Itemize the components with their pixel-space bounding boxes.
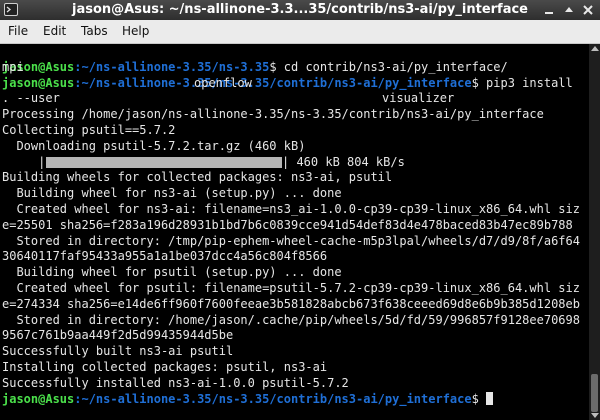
output-line: Collecting psutil==5.7.2 bbox=[2, 122, 176, 137]
output-line: e=25501 sha256=f283a196d28931b1bd7b6c083… bbox=[2, 217, 573, 232]
output-line: Installing collected packages: psutil, n… bbox=[2, 359, 328, 374]
scroll-down-arrow-icon[interactable] bbox=[591, 413, 599, 418]
menu-file[interactable]: File bbox=[8, 24, 28, 38]
output-line: Successfully installed ns3-ai-1.0.0 psut… bbox=[2, 375, 349, 390]
scrollbar-thumb[interactable] bbox=[591, 374, 598, 412]
terminal-window: jason@Asus: ~/ns-allinone-3.3...35/contr… bbox=[0, 0, 600, 420]
prompt-line: jason@Asus:~/ns-allinone-3.35/ns-3.35/co… bbox=[0, 391, 589, 408]
output-line: . --user bbox=[2, 91, 60, 106]
output-line: Created wheel for ns3-ai: filename=ns3_a… bbox=[2, 201, 580, 216]
prompt-user: jason@Asus bbox=[2, 391, 75, 406]
prompt-path: :~/ns-allinone-3.35/ns-3.35/contrib/ns3-… bbox=[74, 391, 472, 406]
menu-bar: File Edit Tabs Help bbox=[0, 20, 600, 44]
prompt-path: :~/ns-allinone-3.35/ns-3.35/contrib/ns3-… bbox=[74, 75, 472, 90]
window-title: jason@Asus: ~/ns-allinone-3.3...35/contr… bbox=[72, 2, 528, 17]
output-line: Created wheel for psutil: filename=psuti… bbox=[2, 280, 580, 295]
listing-item: openflow bbox=[194, 75, 252, 90]
close-icon[interactable] bbox=[581, 3, 595, 17]
minimize-icon[interactable] bbox=[542, 3, 556, 17]
menu-edit[interactable]: Edit bbox=[43, 24, 66, 38]
output-line: Processing /home/jason/ns-allinone-3.35/… bbox=[2, 107, 544, 122]
output-line: Building wheel for ns3-ai (setup.py) ...… bbox=[2, 186, 342, 201]
download-progress: | | 460 kB 804 kB/s bbox=[0, 155, 589, 171]
prompt-line: jason@Asus:~/ns-allinone-3.35/ns-3.35$ c… bbox=[0, 60, 589, 76]
prompt-line: jason@Asus:~/ns-allinone-3.35/ns-3.35/co… bbox=[0, 76, 589, 92]
progress-lead: | bbox=[2, 154, 46, 169]
scrollbar[interactable] bbox=[589, 44, 600, 420]
title-bar[interactable]: jason@Asus: ~/ns-allinone-3.3...35/contr… bbox=[0, 0, 600, 20]
prompt-command: $ cd contrib/ns3-ai/py_interface/ bbox=[269, 59, 508, 74]
directory-listing: mpi openflow visualizer bbox=[0, 44, 589, 106]
listing-item: visualizer bbox=[382, 91, 455, 106]
terminal-output[interactable]: mpi openflow visualizer jason@Asus:~/ns-… bbox=[0, 44, 589, 420]
progress-status: | 460 kB 804 kB/s bbox=[282, 154, 405, 169]
maximize-icon[interactable] bbox=[562, 3, 576, 17]
output-line: 9567c761b9aa449f2d5d99435944d5be bbox=[2, 328, 234, 343]
progress-bar bbox=[46, 156, 282, 168]
menu-tabs[interactable]: Tabs bbox=[81, 24, 108, 38]
output-line: 30640117faf95433a955a1a1be037dcc4a56c804… bbox=[2, 249, 328, 264]
listing-item: mpi bbox=[2, 59, 24, 74]
output-line: Stored in directory: /home/jason/.cache/… bbox=[2, 312, 580, 327]
prompt-path: :~/ns-allinone-3.35/ns-3.35 bbox=[74, 59, 270, 74]
prompt-command: $ bbox=[471, 391, 487, 406]
text-cursor bbox=[486, 391, 494, 405]
output-line: Building wheel for psutil (setup.py) ...… bbox=[2, 265, 342, 280]
scroll-up-arrow-icon[interactable] bbox=[591, 46, 599, 51]
output-line: Stored in directory: /tmp/pip-ephem-whee… bbox=[2, 233, 580, 248]
prompt-command: $ pip3 install bbox=[471, 75, 573, 90]
output-line: Successfully built ns3-ai psutil bbox=[2, 344, 234, 359]
output-line: e=274334 sha256=e14de6ff960f7600feeae3b5… bbox=[2, 296, 580, 311]
output-line: Downloading psutil-5.7.2.tar.gz (460 kB) bbox=[2, 138, 306, 153]
menu-help[interactable]: Help bbox=[122, 24, 149, 38]
output-line: Building wheels for collected packages: … bbox=[2, 170, 393, 185]
